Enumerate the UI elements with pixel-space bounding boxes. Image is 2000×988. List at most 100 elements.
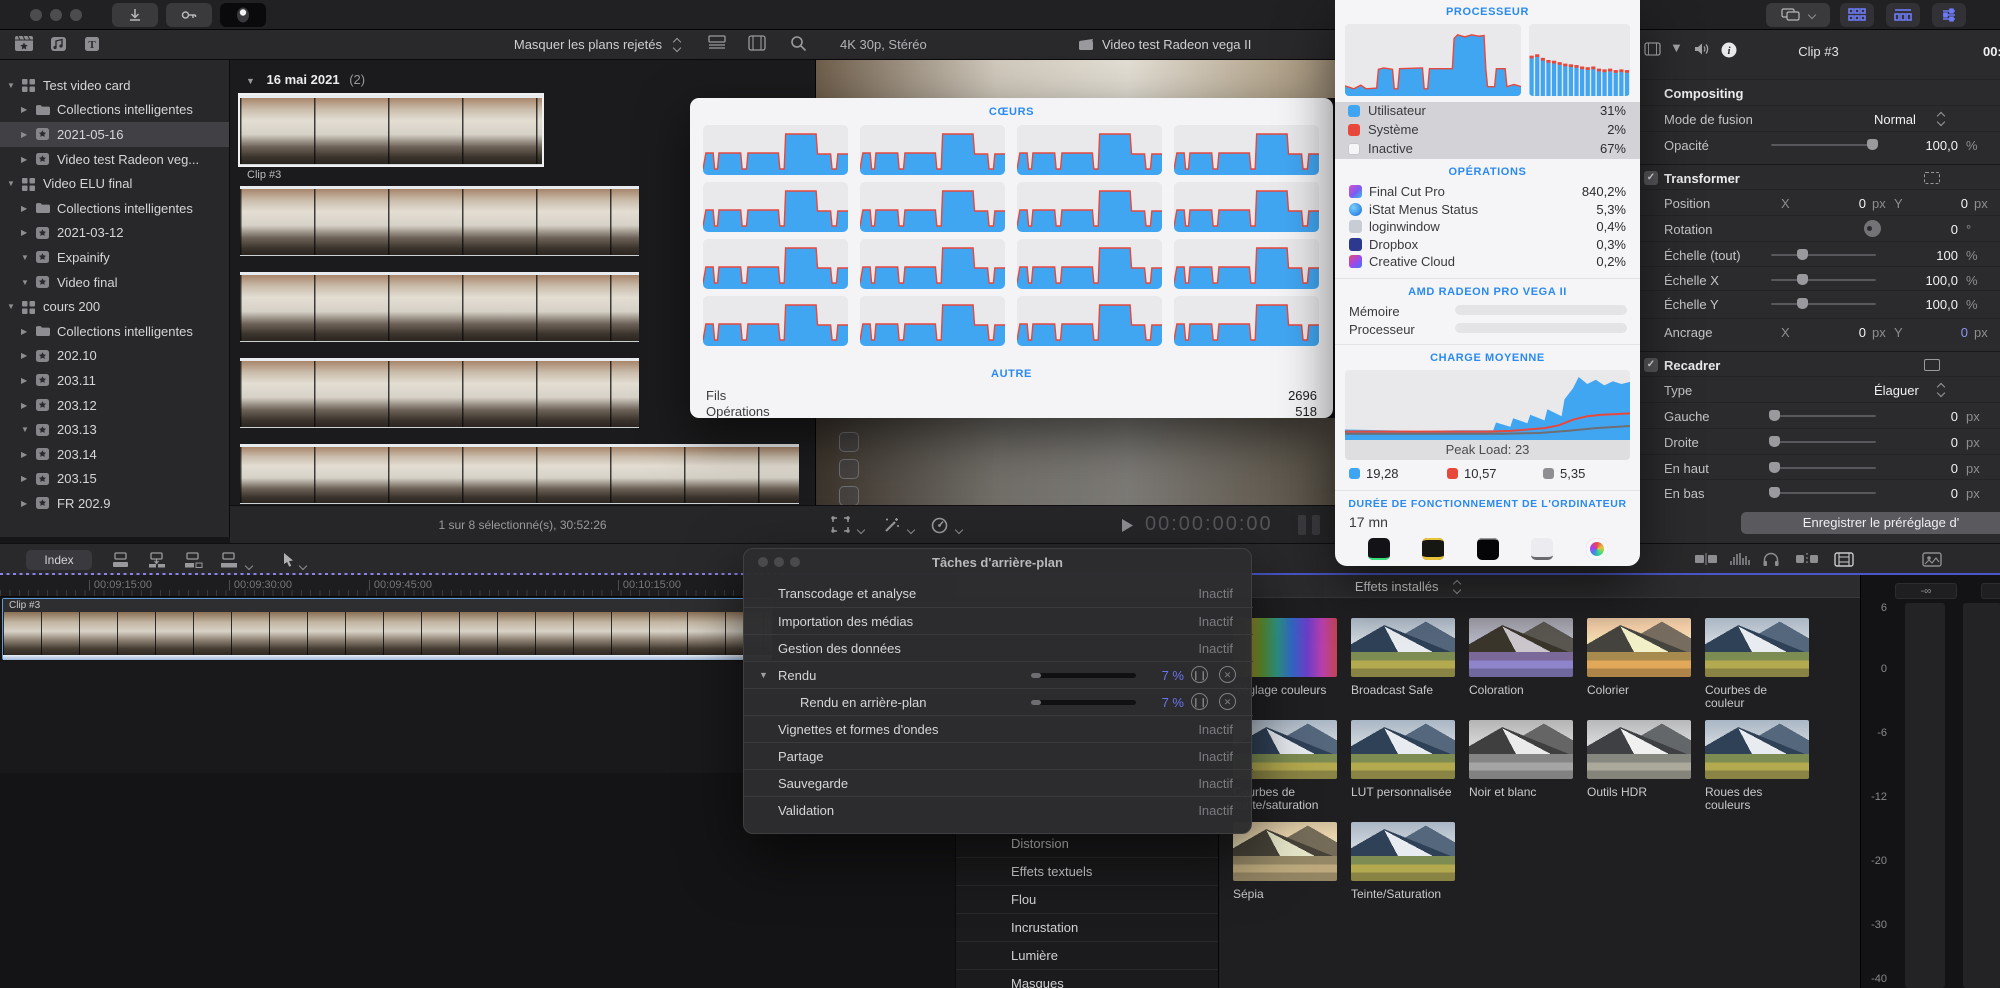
scale-y-slider[interactable]: [1771, 298, 1876, 309]
rotation-value[interactable]: 0: [1888, 222, 1958, 237]
disclosure-triangle-icon[interactable]: ▶: [21, 204, 35, 213]
process-row[interactable]: loginwindow 0,4%: [1335, 219, 1640, 237]
clip-filmstrip[interactable]: [240, 272, 639, 342]
effects-category[interactable]: Masques: [956, 969, 1218, 988]
sidebar-item[interactable]: ▶ 202.10: [0, 344, 229, 369]
sidebar-titles-generators-tab[interactable]: T: [82, 35, 104, 58]
disclosure-triangle-icon[interactable]: ▼: [7, 81, 21, 90]
sidebar-item[interactable]: ▼ 203.13: [0, 417, 229, 442]
effect-thumbnail[interactable]: [1469, 720, 1573, 779]
disclosure-triangle-icon[interactable]: ▶: [21, 130, 35, 139]
audio-skimming-toggle[interactable]: [1728, 552, 1752, 571]
sidebar-item[interactable]: ▶ Video test Radeon veg...: [0, 147, 229, 172]
close-window-button[interactable]: [30, 9, 42, 21]
effect-thumbnail[interactable]: [1351, 618, 1455, 677]
overwrite-edit-button[interactable]: [220, 552, 240, 573]
effects-browser-toggle[interactable]: [1834, 552, 1854, 572]
crop-menu-chevron[interactable]: [856, 521, 866, 539]
disclosure-triangle-icon[interactable]: ▶: [21, 155, 35, 164]
effect-thumbnail[interactable]: [1587, 618, 1691, 677]
timeline-empty-lane[interactable]: [0, 661, 778, 773]
slider-thumb[interactable]: [1769, 410, 1780, 421]
disclosure-triangle-icon[interactable]: ▶: [21, 401, 35, 410]
clip-filmstrip[interactable]: [238, 93, 544, 167]
solo-toggle[interactable]: [1762, 552, 1780, 572]
effects-category[interactable]: Flou: [956, 885, 1218, 913]
show-inspector-button[interactable]: [1932, 3, 1966, 27]
opacity-value[interactable]: 100,0: [1888, 138, 1958, 153]
sidebar-item[interactable]: ▶ 2021-03-12: [0, 221, 229, 246]
capture-button[interactable]: [220, 3, 266, 27]
clip-filmstrip[interactable]: [240, 358, 639, 428]
effect-tile[interactable]: Coloration: [1469, 618, 1573, 703]
sidebar-item[interactable]: ▶ FR 202.9: [0, 491, 229, 516]
crop-type-popup[interactable]: Élaguer: [1874, 383, 1919, 398]
slider-thumb[interactable]: [1867, 139, 1878, 150]
timeline-clip-filmstrip[interactable]: [3, 612, 771, 655]
sidebar-item[interactable]: ▶ 203.11: [0, 368, 229, 393]
effect-tile[interactable]: Teinte/Saturation: [1351, 822, 1455, 907]
crop-checkbox[interactable]: ✓: [1644, 358, 1658, 372]
sidebar-item[interactable]: ▼ Test video card: [0, 73, 229, 98]
cancel-task-button[interactable]: ✕: [1219, 666, 1236, 683]
crop-right-value[interactable]: 0: [1888, 435, 1958, 450]
filter-popup-chevrons[interactable]: [672, 38, 682, 57]
crop-left-value[interactable]: 0: [1888, 409, 1958, 424]
sidebar-item[interactable]: ▼ Video final: [0, 270, 229, 295]
effect-thumbnail[interactable]: [1351, 720, 1455, 779]
enhancements-button[interactable]: [882, 516, 901, 539]
effect-tile[interactable]: Colorier: [1587, 618, 1691, 703]
disclosure-triangle-icon[interactable]: ▶: [21, 499, 35, 508]
sidebar-item[interactable]: ▶ 203.15: [0, 467, 229, 492]
sidebar-media-tab[interactable]: [14, 35, 36, 58]
save-effects-preset-button[interactable]: Enregistrer le préréglage d': [1741, 512, 2000, 534]
skimming-toggle[interactable]: [1694, 552, 1718, 571]
crop-onscreen-icon[interactable]: [1924, 359, 1940, 371]
audio-meter-mini[interactable]: [1298, 515, 1306, 535]
slider-thumb[interactable]: [1797, 249, 1808, 260]
viewer-overlay-button[interactable]: [839, 486, 859, 506]
slider-thumb[interactable]: [1769, 487, 1780, 498]
effect-thumbnail[interactable]: [1351, 822, 1455, 881]
sidebar-audio-photos-tab[interactable]: [48, 35, 70, 58]
dock-app-icon[interactable]: [1585, 538, 1608, 560]
group-disclosure-icon[interactable]: ▼: [246, 76, 255, 86]
zoom-window-button[interactable]: [70, 9, 82, 21]
process-row[interactable]: iStat Menus Status 5,3%: [1335, 202, 1640, 220]
disclosure-triangle-icon[interactable]: ▼: [21, 278, 35, 287]
insert-edit-button[interactable]: [148, 552, 168, 573]
disclosure-triangle-icon[interactable]: ▶: [21, 351, 35, 360]
keyword-editor-button[interactable]: [166, 3, 212, 27]
disclosure-triangle-icon[interactable]: ▼: [759, 670, 768, 680]
timeline-clip[interactable]: Clip #3: [2, 598, 772, 660]
anchor-x-value[interactable]: 0: [1796, 325, 1866, 340]
disclosure-triangle-icon[interactable]: ▼: [21, 425, 35, 434]
dock-app-icon[interactable]: [1476, 538, 1499, 560]
crop-bottom-slider[interactable]: [1769, 487, 1876, 498]
sidebar-item[interactable]: ▶ Collections intelligentes: [0, 196, 229, 221]
effect-thumbnail[interactable]: [1705, 720, 1809, 779]
opacity-slider[interactable]: [1771, 139, 1878, 150]
disclosure-triangle-icon[interactable]: ▶: [21, 105, 35, 114]
rotation-knob[interactable]: [1864, 220, 1881, 237]
clip-filmstrip[interactable]: [240, 186, 639, 256]
position-y-value[interactable]: 0: [1898, 196, 1968, 211]
dock-app-icon[interactable]: [1367, 538, 1390, 560]
disclosure-triangle-icon[interactable]: ▶: [21, 474, 35, 483]
dock-app-icon[interactable]: [1531, 538, 1553, 560]
crop-tool-button[interactable]: [831, 516, 850, 538]
pause-task-button[interactable]: ❙❙: [1191, 693, 1208, 710]
slider-thumb[interactable]: [1797, 298, 1808, 309]
crop-bottom-value[interactable]: 0: [1888, 486, 1958, 501]
scale-x-value[interactable]: 100,0: [1888, 273, 1958, 288]
cpu-legend-row[interactable]: Système 2%: [1335, 121, 1640, 140]
effects-category[interactable]: Effets textuels: [956, 857, 1218, 885]
retime-menu-chevron[interactable]: [954, 521, 964, 539]
tool-select-button[interactable]: [282, 552, 295, 573]
disclosure-triangle-icon[interactable]: ▼: [7, 302, 21, 311]
transform-onscreen-icon[interactable]: [1924, 172, 1940, 184]
sidebar-item[interactable]: ▶ 203.14: [0, 442, 229, 467]
disclosure-triangle-icon[interactable]: ▶: [21, 327, 35, 336]
effect-thumbnail[interactable]: [1587, 720, 1691, 779]
scale-all-value[interactable]: 100: [1888, 248, 1958, 263]
